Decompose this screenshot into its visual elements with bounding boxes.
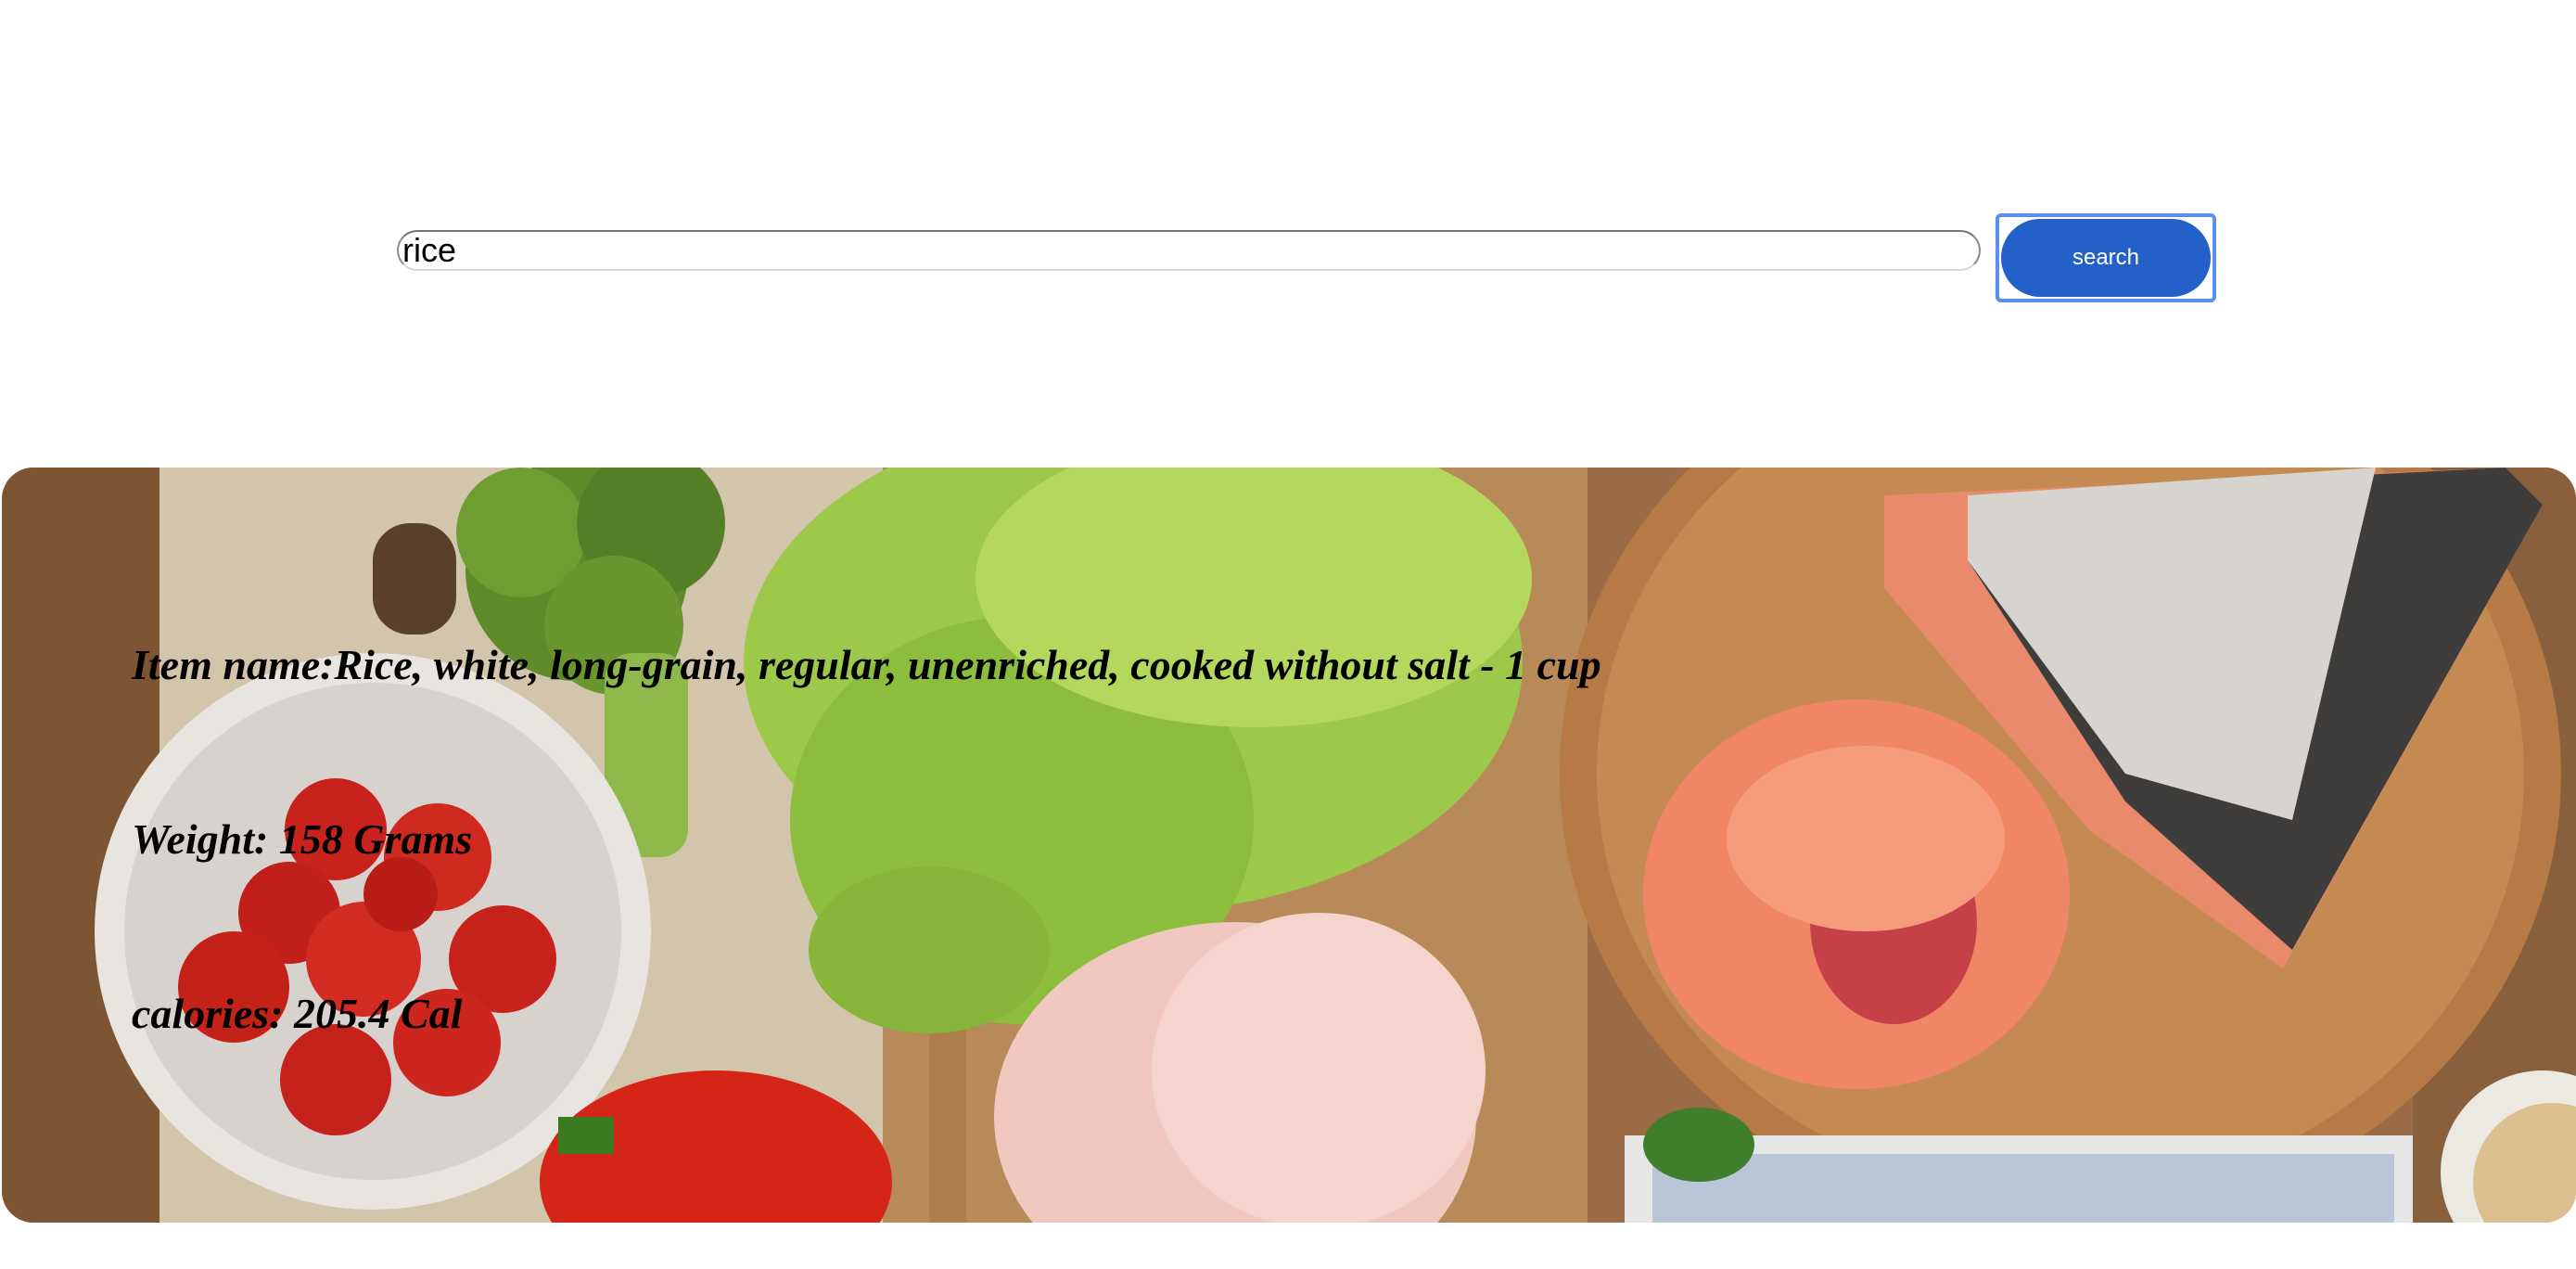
item-name-text: Item name:Rice, white, long-grain, regul… — [132, 641, 1601, 688]
search-input[interactable] — [397, 230, 1981, 271]
search-bar: search — [395, 213, 2220, 302]
calories-text: calories: 205.4 Cal — [132, 990, 463, 1037]
search-button[interactable]: search — [2001, 219, 2211, 297]
weight-text: Weight: 158 Grams — [132, 815, 473, 863]
